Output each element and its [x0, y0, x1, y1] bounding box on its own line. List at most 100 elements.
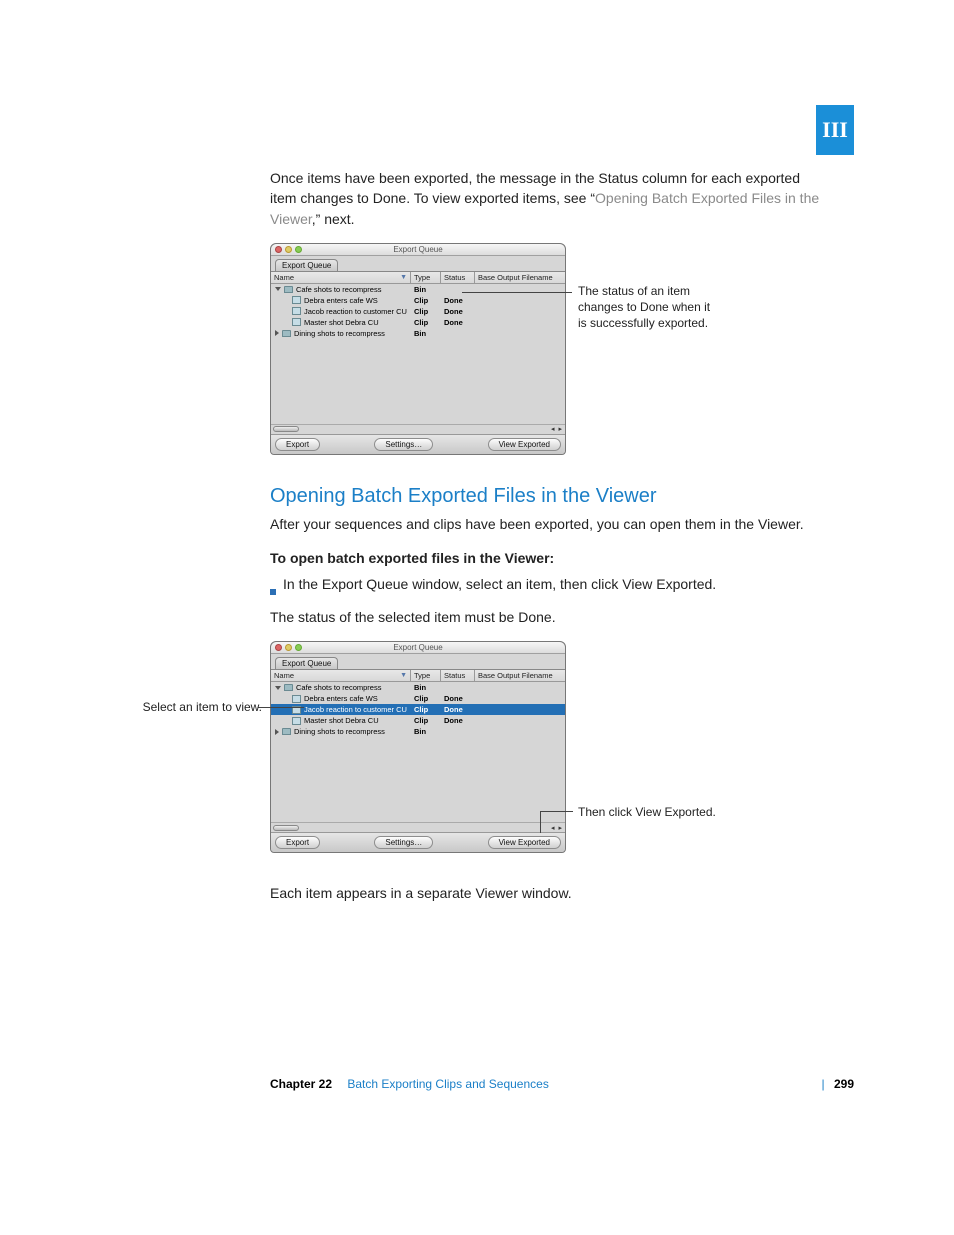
export-button[interactable]: Export [275, 836, 320, 849]
row-name: Debra enters cafe WS [304, 296, 378, 305]
bin-icon [284, 684, 293, 691]
table-row[interactable]: Cafe shots to recompress Bin [271, 284, 565, 295]
row-type: Bin [411, 284, 441, 295]
settings-button[interactable]: Settings… [374, 438, 433, 451]
row-status: Done [441, 715, 475, 726]
row-status [441, 726, 475, 737]
page-footer: Chapter 22 Batch Exporting Clips and Seq… [270, 1077, 854, 1091]
table-row[interactable]: Jacob reaction to customer CU Clip Done [271, 306, 565, 317]
callout-line: is successfully exported. [578, 315, 748, 331]
bin-icon [282, 728, 291, 735]
row-status [441, 284, 475, 295]
scroll-bar[interactable]: ◂ ▸ [271, 822, 565, 832]
row-status: Done [441, 317, 475, 328]
col-name-label: Name [274, 273, 294, 282]
column-headers: Name▼ Type Status Base Output Filename [271, 272, 565, 284]
view-exported-button[interactable]: View Exported [488, 438, 561, 451]
section-intro: After your sequences and clips have been… [270, 514, 830, 534]
table-row[interactable]: Dining shots to recompress Bin [271, 328, 565, 339]
row-status: Done [441, 306, 475, 317]
column-headers: Name ▼ Type Status Base Output Filename [271, 670, 565, 682]
table-row[interactable]: Master shot Debra CU Clip Done [271, 715, 565, 726]
row-status: Done [441, 704, 475, 715]
scroll-arrows-icon[interactable]: ◂ ▸ [551, 824, 563, 832]
button-bar: Export Settings… View Exported [271, 434, 565, 454]
callout-leader [540, 811, 573, 812]
tab-bar: Export Queue [271, 256, 565, 272]
table-row[interactable]: Master shot Debra CU Clip Done [271, 317, 565, 328]
col-name-label: Name [274, 671, 294, 680]
clip-icon [292, 307, 301, 315]
row-type: Clip [411, 306, 441, 317]
table-row[interactable]: Cafe shots to recompress Bin [271, 682, 565, 693]
row-type: Clip [411, 715, 441, 726]
disclosure-triangle-icon[interactable] [275, 729, 279, 735]
row-type: Bin [411, 328, 441, 339]
col-name[interactable]: Name ▼ [271, 670, 411, 681]
settings-button[interactable]: Settings… [374, 836, 433, 849]
window-titlebar: Export Queue [271, 642, 565, 654]
row-name: Cafe shots to recompress [296, 683, 381, 692]
tab-bar: Export Queue [271, 654, 565, 670]
callout-view-exported: Then click View Exported. [578, 804, 748, 820]
disclosure-triangle-icon[interactable] [275, 686, 281, 690]
row-area: Cafe shots to recompress Bin Debra enter… [271, 284, 565, 424]
scroll-thumb[interactable] [273, 426, 299, 432]
callout-leader [540, 811, 541, 833]
row-status: Done [441, 295, 475, 306]
window-title: Export Queue [271, 643, 565, 652]
page-content: Once items have been exported, the messa… [270, 168, 830, 917]
window-title: Export Queue [271, 245, 565, 254]
section-marker: III [816, 105, 854, 155]
clip-icon [292, 318, 301, 326]
col-status[interactable]: Status [441, 670, 475, 681]
clip-icon [292, 695, 301, 703]
export-button[interactable]: Export [275, 438, 320, 451]
row-type: Bin [411, 726, 441, 737]
page-number: 299 [834, 1077, 854, 1091]
chapter-label: Chapter 22 [270, 1077, 332, 1091]
step-row: In the Export Queue window, select an it… [270, 574, 830, 594]
row-status [441, 682, 475, 693]
screenshot-1-wrap: Export Queue Export Queue Name▼ Type Sta… [270, 243, 830, 449]
table-row-selected[interactable]: Jacob reaction to customer CU Clip Done [271, 704, 565, 715]
col-base-output[interactable]: Base Output Filename [475, 670, 565, 681]
row-status: Done [441, 693, 475, 704]
disclosure-triangle-icon[interactable] [275, 287, 281, 291]
row-name: Dining shots to recompress [294, 329, 385, 338]
row-name: Master shot Debra CU [304, 318, 379, 327]
callout-line: changes to Done when it [578, 299, 748, 315]
row-name: Master shot Debra CU [304, 716, 379, 725]
callout-select-item: Select an item to view. [137, 699, 262, 715]
col-type[interactable]: Type [411, 272, 441, 283]
col-status[interactable]: Status [441, 272, 475, 283]
row-type: Clip [411, 693, 441, 704]
scroll-bar[interactable]: ◂ ▸ [271, 424, 565, 434]
footer-right: | 299 [816, 1077, 855, 1091]
table-row[interactable]: Dining shots to recompress Bin [271, 726, 565, 737]
intro-text-b: ,” next. [312, 211, 355, 227]
row-type: Clip [411, 317, 441, 328]
row-type: Clip [411, 704, 441, 715]
disclosure-triangle-icon[interactable] [275, 330, 279, 336]
scroll-arrows-icon[interactable]: ◂ ▸ [551, 425, 563, 433]
col-name[interactable]: Name▼ [271, 272, 411, 283]
window-titlebar: Export Queue [271, 244, 565, 256]
sort-indicator-icon: ▼ [400, 672, 407, 679]
clip-icon [292, 296, 301, 304]
scroll-thumb[interactable] [273, 825, 299, 831]
table-row[interactable]: Debra enters cafe WS Clip Done [271, 693, 565, 704]
footer-left: Chapter 22 Batch Exporting Clips and Seq… [270, 1077, 549, 1091]
step-text: In the Export Queue window, select an it… [283, 574, 716, 594]
tab-export-queue[interactable]: Export Queue [275, 657, 338, 669]
col-type[interactable]: Type [411, 670, 441, 681]
view-exported-button[interactable]: View Exported [488, 836, 561, 849]
table-row[interactable]: Debra enters cafe WS Clip Done [271, 295, 565, 306]
screenshot-2-wrap: Export Queue Export Queue Name ▼ Type Sta… [270, 641, 830, 847]
closing-paragraph: Each item appears in a separate Viewer w… [270, 883, 830, 903]
tab-export-queue[interactable]: Export Queue [275, 259, 338, 271]
col-base-output[interactable]: Base Output Filename [475, 272, 565, 283]
row-type: Clip [411, 295, 441, 306]
callout-line: The status of an item [578, 283, 748, 299]
task-heading: To open batch exported files in the View… [270, 548, 830, 568]
